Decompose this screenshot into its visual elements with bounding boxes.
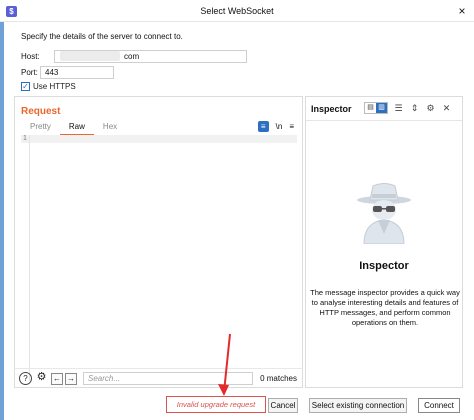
close-icon[interactable]: ✕ xyxy=(441,103,452,114)
forward-icon[interactable]: → xyxy=(65,372,77,385)
gear-icon[interactable]: ⚙ xyxy=(425,103,436,114)
back-icon[interactable]: ← xyxy=(51,372,63,385)
port-label: Port: xyxy=(21,68,38,77)
request-title: Request xyxy=(21,106,61,117)
editor-current-line[interactable] xyxy=(21,135,297,143)
editor-tools: ≡ \n ≡ xyxy=(257,121,294,132)
layout-list-icon[interactable]: ▤ xyxy=(365,103,376,113)
inspector-heading: Inspector xyxy=(359,260,409,272)
request-panel: Request Pretty Raw Hex ≡ \n ≡ 1 xyxy=(14,96,303,388)
help-icon[interactable]: ? xyxy=(19,372,32,385)
host-value: com xyxy=(124,52,140,61)
menu-icon[interactable]: ≡ xyxy=(289,122,294,131)
error-message: Invalid upgrade request xyxy=(166,396,266,413)
use-https-row[interactable]: ✓ Use HTTPS xyxy=(21,81,76,92)
split-icon[interactable]: ⇕ xyxy=(409,103,420,114)
select-existing-connection-button[interactable]: Select existing connection xyxy=(309,398,407,413)
inspector-panel: Inspector ▤ ▥ ☰ ⇕ ⚙ ✕ Inspector The mess… xyxy=(305,96,463,388)
inspector-divider xyxy=(306,120,462,121)
tab-hex[interactable]: Hex xyxy=(94,122,126,136)
inspector-tools: ▤ ▥ ☰ ⇕ ⚙ ✕ xyxy=(364,102,452,114)
port-input[interactable]: 443 xyxy=(40,66,114,79)
host-redacted xyxy=(60,51,120,61)
request-bottom-bar: ? ⚙ ← → Search... 0 matches xyxy=(14,368,303,388)
inspector-description: The message inspector provides a quick w… xyxy=(310,288,460,327)
background-window-strip xyxy=(0,22,4,420)
window-title: Select WebSocket xyxy=(200,6,274,16)
layout-toggle[interactable]: ▤ ▥ xyxy=(364,102,388,114)
align-icon[interactable]: ☰ xyxy=(393,103,404,114)
newline-toggle[interactable]: \n xyxy=(276,122,283,131)
spy-icon xyxy=(357,183,411,244)
line-number: 1 xyxy=(23,135,27,142)
annotation-arrow xyxy=(218,333,231,396)
editor-gutter xyxy=(29,135,30,381)
form-description: Specify the details of the server to con… xyxy=(21,32,183,41)
layout-panel-icon[interactable]: ▥ xyxy=(376,103,387,113)
tab-raw[interactable]: Raw xyxy=(59,122,94,136)
pretty-print-icon[interactable]: ≡ xyxy=(257,121,269,132)
request-tabs: Pretty Raw Hex xyxy=(21,122,126,136)
tab-pretty[interactable]: Pretty xyxy=(21,122,60,136)
match-count: 0 matches xyxy=(260,374,297,383)
use-https-checkbox[interactable]: ✓ xyxy=(21,82,30,91)
connect-button[interactable]: Connect xyxy=(418,398,460,413)
settings-icon[interactable]: ⚙ xyxy=(35,372,48,385)
inspector-title: Inspector xyxy=(311,104,352,114)
use-https-label: Use HTTPS xyxy=(33,82,76,91)
close-icon[interactable]: × xyxy=(456,5,468,17)
title-bar: $ Select WebSocket × xyxy=(0,0,474,22)
cancel-button[interactable]: Cancel xyxy=(268,398,298,413)
host-label: Host: xyxy=(21,52,40,61)
